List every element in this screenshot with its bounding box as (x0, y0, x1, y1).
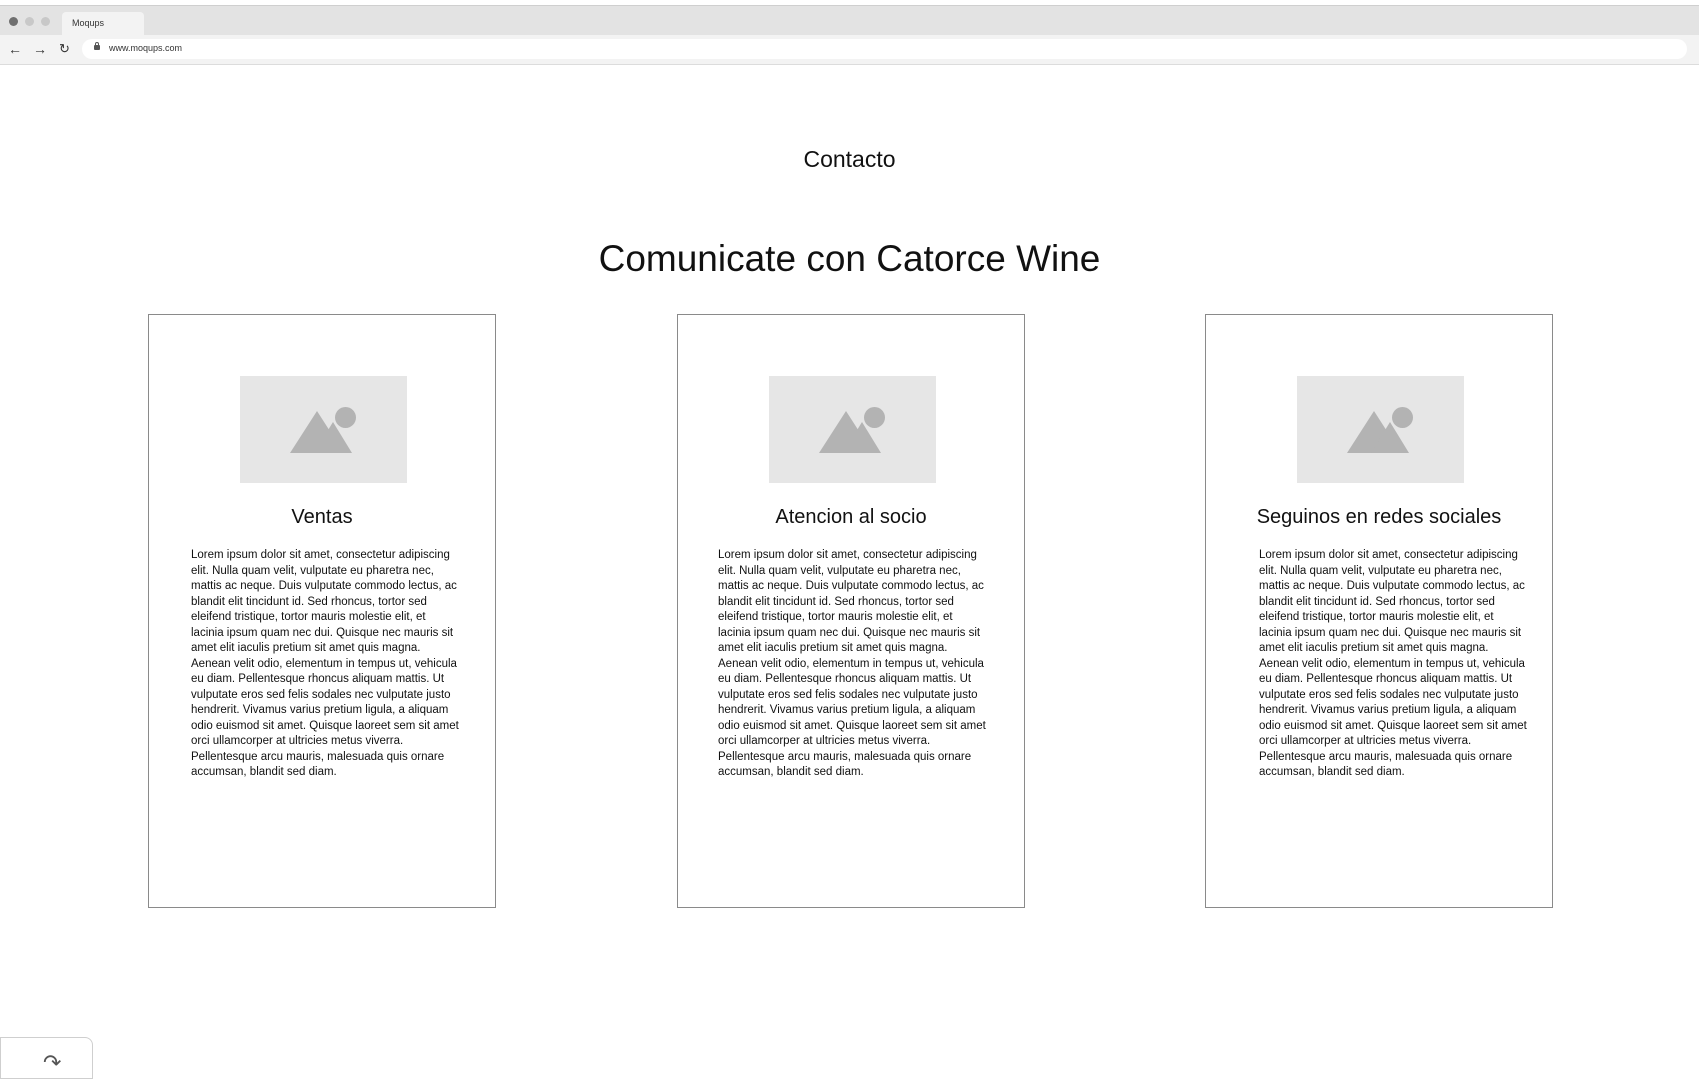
image-placeholder-icon (240, 376, 407, 483)
contact-card-redes: Seguinos en redes sociales Lorem ipsum d… (1205, 314, 1553, 908)
browser-tab-bar: Moqups (0, 5, 1699, 36)
card-title: Ventas (291, 506, 353, 528)
browser-tab[interactable]: Moqups (62, 12, 144, 36)
browser-address-bar: ← → ↻ www.moqups.com (0, 35, 1699, 65)
placeholder-mountain-small (843, 422, 881, 453)
lock-icon (94, 42, 100, 50)
contact-card-atencion: Atencion al socio Lorem ipsum dolor sit … (677, 314, 1025, 908)
redo-arrow-icon[interactable]: ↷ (43, 1052, 61, 1074)
browser-tab-title: Moqups (72, 18, 105, 28)
placeholder-mountain-small (1371, 422, 1409, 453)
card-text: Lorem ipsum dolor sit amet, consectetur … (191, 549, 459, 778)
window-minimize-dot[interactable] (25, 17, 34, 26)
reload-icon[interactable]: ↻ (59, 40, 70, 58)
corner-widget[interactable]: ↷ (0, 1037, 93, 1079)
page-heading: Contacto (803, 146, 896, 172)
page-title: Comunicate con Catorce Wine (598, 238, 1101, 279)
url-text: www.moqups.com (109, 43, 183, 53)
url-field[interactable]: www.moqups.com (82, 39, 1687, 59)
card-title: Seguinos en redes sociales (1256, 506, 1502, 528)
card-title: Atencion al socio (775, 506, 927, 528)
image-placeholder-icon (769, 376, 936, 483)
placeholder-mountain-small (314, 422, 352, 453)
contact-card-ventas: Ventas Lorem ipsum dolor sit amet, conse… (148, 314, 496, 908)
image-placeholder-icon (1297, 376, 1464, 483)
card-text: Lorem ipsum dolor sit amet, consectetur … (1259, 549, 1527, 778)
card-text: Lorem ipsum dolor sit amet, consectetur … (718, 549, 986, 778)
window-close-dot[interactable] (9, 17, 18, 26)
forward-arrow-icon[interactable]: → (33, 40, 47, 58)
back-arrow-icon[interactable]: ← (8, 40, 22, 58)
window-maximize-dot[interactable] (41, 17, 50, 26)
